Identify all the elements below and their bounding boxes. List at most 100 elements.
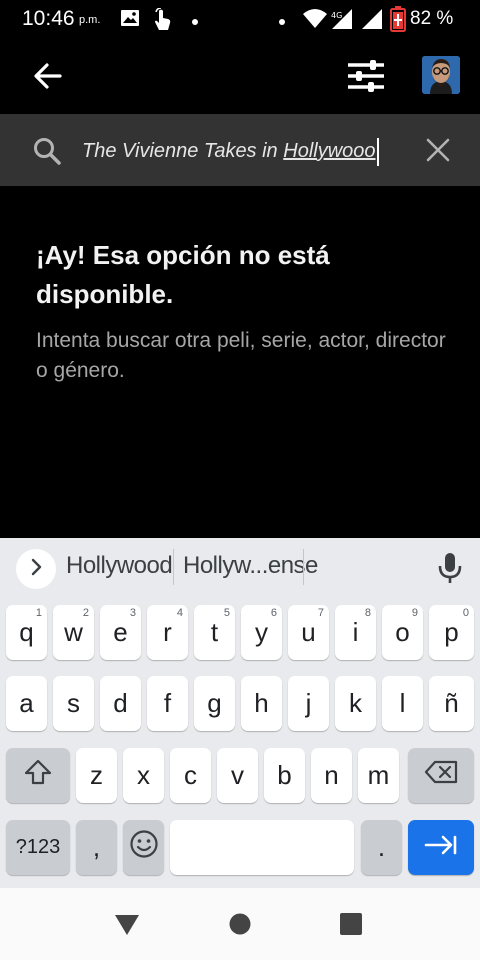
nav-recents-button[interactable] [340,913,362,940]
key-f[interactable]: f [147,676,188,731]
emoji-key[interactable] [123,820,164,875]
key-l[interactable]: l [382,676,423,731]
microphone-icon [436,553,464,589]
key-h[interactable]: h [241,676,282,731]
onscreen-keyboard: Hollywood Hollyw...ense q1 w2 e3 r4 t5 y… [0,538,480,888]
key-z[interactable]: z [76,748,117,803]
navigation-bar [0,888,480,960]
status-ampm: p.m. [79,14,101,26]
key-hint: 6 [270,607,277,619]
square-recents-icon [340,913,362,939]
key-label: t [210,617,219,647]
key-label: i [352,617,359,647]
key-r[interactable]: r4 [147,605,188,660]
key-label: q [19,617,34,647]
key-t[interactable]: t5 [194,605,235,660]
search-query-composing: Hollywooo [283,140,376,162]
key-p[interactable]: p0 [429,605,474,660]
key-hint: 1 [35,607,42,619]
key-j[interactable]: j [288,676,329,731]
back-button[interactable] [30,58,66,94]
close-icon [424,138,452,168]
clear-search-button[interactable] [424,136,452,164]
no-results-title: ¡Ay! Esa opción no está disponible. [36,240,330,309]
signal-icon: 4G [330,8,354,35]
key-b[interactable]: b [264,748,305,803]
profile-avatar[interactable] [422,56,460,94]
triangle-back-icon [114,915,140,940]
shift-key[interactable] [6,748,70,803]
key-e[interactable]: e3 [100,605,141,660]
key-c[interactable]: c [170,748,211,803]
period-key[interactable]: . [361,820,402,875]
search-input[interactable]: The Vivienne Takes in Hollywooo [82,136,400,166]
suggestion-1[interactable]: Hollywood [66,552,173,580]
key-k[interactable]: k [335,676,376,731]
key-hint: 3 [129,607,136,619]
key-d[interactable]: d [100,676,141,731]
chevron-right-icon [29,558,43,581]
suggestion-divider [303,549,304,585]
svg-text:4G: 4G [331,11,342,20]
filter-sliders-icon [346,60,386,98]
image-notification-icon [120,8,140,33]
key-hint: 0 [462,607,469,619]
key-label: r [163,617,172,647]
suggestion-2[interactable]: Hollyw...ense [183,552,318,580]
key-n-tilde[interactable]: ñ [429,676,474,731]
key-label: e [113,617,128,647]
key-q[interactable]: q1 [6,605,47,660]
key-w[interactable]: w2 [53,605,94,660]
voice-input-button[interactable] [436,551,464,585]
expand-suggestions-button[interactable] [16,549,56,589]
comma-key[interactable]: , [76,820,117,875]
shift-icon [24,759,52,792]
key-a[interactable]: a [6,676,47,731]
nav-home-button[interactable] [229,913,251,940]
nav-back-button[interactable] [114,914,140,941]
key-label: p [444,617,459,647]
spacebar[interactable] [170,820,354,875]
dot-notification-icon [191,13,199,31]
battery-charging-icon [390,6,406,37]
key-u[interactable]: u7 [288,605,329,660]
key-label: o [395,617,410,647]
key-x[interactable]: x [123,748,164,803]
arrow-back-icon [30,63,66,98]
touch-gesture-icon [152,7,174,37]
signal-secondary-icon [360,8,384,35]
key-hint: 8 [364,607,371,619]
symbols-key[interactable]: ?123 [6,820,70,875]
key-hint: 7 [317,607,324,619]
suggestion-strip: Hollywood Hollyw...ense [0,538,480,596]
key-i[interactable]: i8 [335,605,376,660]
key-v[interactable]: v [217,748,258,803]
battery-percentage: 82 % [410,8,454,29]
key-n[interactable]: n [311,748,352,803]
circle-home-icon [229,913,251,939]
key-o[interactable]: o9 [382,605,423,660]
next-field-key[interactable] [408,820,474,875]
backspace-key[interactable] [408,748,474,803]
key-label: y [255,617,268,647]
status-time: 10:46 [22,7,75,30]
wifi-icon [302,8,328,35]
search-query-prefix: The Vivienne Takes in [82,140,284,162]
key-g[interactable]: g [194,676,235,731]
key-y[interactable]: y6 [241,605,282,660]
no-results-subtitle: Intenta buscar otra peli, serie, actor, … [36,329,446,382]
key-s[interactable]: s [53,676,94,731]
key-m[interactable]: m [358,748,399,803]
key-hint: 4 [176,607,183,619]
key-hint: 9 [411,607,418,619]
suggestion-divider [173,549,174,585]
key-label: w [64,617,83,647]
search-bar: The Vivienne Takes in Hollywooo [0,114,480,186]
backspace-icon [424,760,458,791]
emoji-icon [129,829,159,866]
dot-indicator-icon [278,13,286,31]
key-label: u [301,617,316,647]
filter-button[interactable] [346,58,386,94]
status-bar: 10:46 p.m. 4G 82 % [0,0,480,38]
text-cursor [376,137,379,166]
